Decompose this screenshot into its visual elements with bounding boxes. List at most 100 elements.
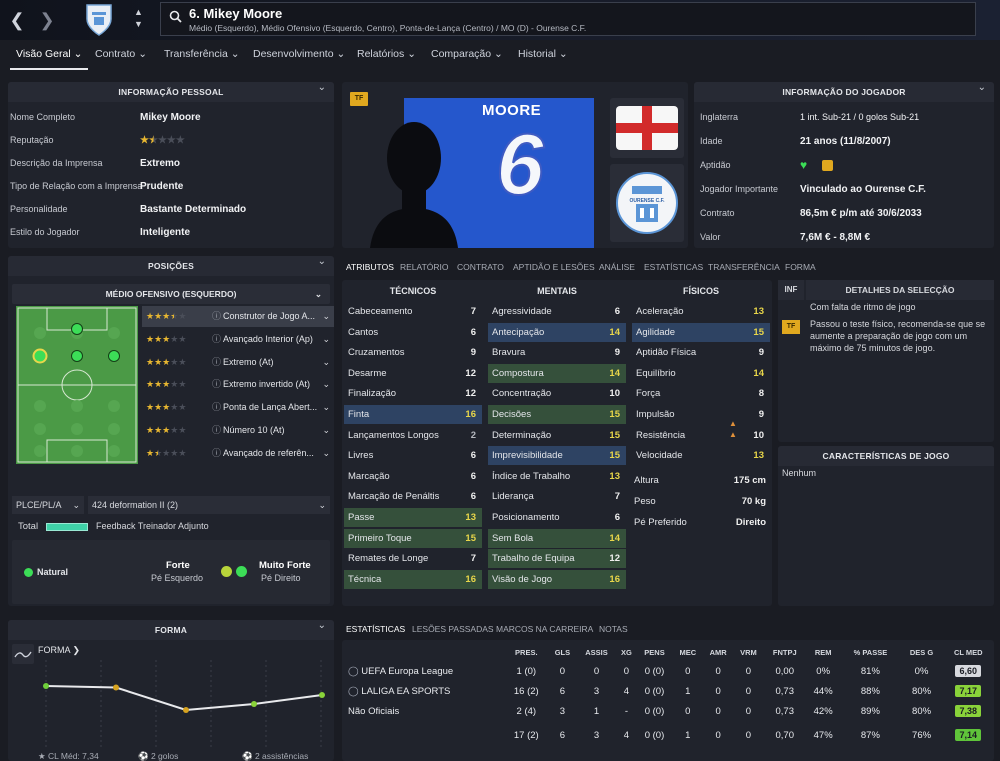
stats-header-cell[interactable]: VRM: [733, 643, 763, 661]
stats-header-cell[interactable]: CL MED: [943, 643, 995, 661]
attribute-row[interactable]: Marcação de Penáltis 6: [344, 487, 482, 506]
attribute-row[interactable]: Posicionamento 6: [488, 508, 626, 527]
tactic-right-dropdown[interactable]: 424 deformation II (2) ⌄: [88, 496, 330, 514]
attribute-row[interactable]: Remates de Longe 7: [344, 549, 482, 568]
attribute-row[interactable]: Índice de Trabalho 13: [488, 467, 626, 486]
attribute-row[interactable]: Trabalho de Equipa 12: [488, 549, 626, 569]
role-row[interactable]: ★★★★★ ⓘ Avançado de referên... ⌄: [142, 443, 334, 464]
attribute-row[interactable]: Imprevisibilidade 15: [488, 446, 626, 466]
attribute-row[interactable]: Decisões 15: [488, 405, 626, 424]
chevron-down-icon[interactable]: ⌄: [318, 256, 326, 267]
player-switch-chevrons-icon[interactable]: ▲ ▼: [134, 6, 143, 30]
row-label: Descrição da Imprensa: [10, 158, 103, 168]
stats-header-cell[interactable]: PRES.: [504, 643, 549, 661]
stats-row[interactable]: ◯ UEFA Europa League 1 (0) 0 0 0 0 (0) 0 0 0 0,00…: [344, 661, 994, 681]
star-icon: ★: [178, 311, 187, 321]
attribute-row[interactable]: Concentração 10: [488, 384, 626, 403]
form-point[interactable]: [113, 684, 119, 691]
attribute-row[interactable]: Cruzamentos 9: [344, 343, 482, 362]
attribute-row[interactable]: Primeiro Toque 15: [344, 528, 482, 548]
stats-row[interactable]: Não Oficiais 2 (4) 3 1 - 0 (0) 0 0 0 0,73 42% 89% 80…: [344, 701, 994, 721]
tab-forma[interactable]: FORMA: [785, 262, 816, 272]
stats-header-cell[interactable]: AMR: [703, 643, 734, 661]
role-row[interactable]: ★★★★★ ⓘ Número 10 (At) ⌄: [142, 420, 334, 441]
tab-atributos[interactable]: ATRIBUTOS: [346, 262, 394, 272]
attribute-row[interactable]: Sem Bola 14: [488, 528, 626, 548]
role-row[interactable]: ★★★★★ ⓘ Extremo invertido (At) ⌄: [142, 374, 334, 395]
stats-header-cell[interactable]: MEC: [673, 643, 703, 661]
role-row[interactable]: ★★★★★ ⓘ Construtor de Jogo A... ⌄: [142, 306, 334, 327]
stats-header-cell[interactable]: ASSIS: [576, 643, 616, 661]
stats-header-cell[interactable]: % PASSE: [840, 643, 900, 661]
search-icon[interactable]: [169, 10, 182, 23]
tab-comparacao[interactable]: Comparação ⌄: [431, 48, 503, 60]
attribute-row[interactable]: Resistência 10: [632, 426, 770, 445]
stats-header-cell[interactable]: FNTPJ: [763, 643, 806, 661]
attribute-row[interactable]: Livres 6: [344, 446, 482, 465]
attribute-row[interactable]: Aceleração 13: [632, 302, 770, 321]
attribute-row[interactable]: Finalização 12: [344, 384, 482, 403]
form-point[interactable]: [319, 692, 325, 698]
stats-header-cell[interactable]: PENS: [636, 643, 673, 661]
attribute-row[interactable]: Liderança 7: [488, 487, 626, 506]
attribute-row[interactable]: Cantos 6: [344, 323, 482, 342]
form-point[interactable]: [183, 707, 189, 713]
attribute-row[interactable]: Aptidão Física 9: [632, 343, 770, 362]
form-point[interactable]: [43, 683, 49, 689]
forma-link[interactable]: FORMA ❯: [38, 645, 80, 656]
tab-relatorio[interactable]: RELATÓRIO: [400, 262, 449, 272]
tab-estatisticas[interactable]: ESTATÍSTICAS: [644, 262, 703, 272]
stats-header-cell[interactable]: GLS: [549, 643, 577, 661]
attribute-row[interactable]: Desarme 12: [344, 364, 482, 383]
attribute-row[interactable]: Velocidade 13: [632, 446, 770, 465]
role-row[interactable]: ★★★★★ ⓘ Extremo (At) ⌄: [142, 352, 334, 373]
tab-milestones[interactable]: MARCOS NA CARREIRA: [496, 624, 593, 634]
back-arrow-icon[interactable]: ❮: [6, 9, 28, 31]
stats-header-cell[interactable]: REM: [806, 643, 840, 661]
stats-row[interactable]: 17 (2) 6 3 4 0 (0) 1 0 0 0,70 47% 87% 76% 7,14: [344, 721, 994, 749]
attribute-row[interactable]: Finta 16: [344, 405, 482, 424]
tab-contrato[interactable]: Contrato ⌄: [95, 48, 147, 60]
stats-header-cell[interactable]: DES G: [901, 643, 943, 661]
tactic-left-dropdown[interactable]: PLCE/PL/A ⌄: [12, 496, 84, 514]
form-point[interactable]: [251, 701, 257, 707]
position-selector[interactable]: MÉDIO OFENSIVO (ESQUERDO) ⌄: [12, 284, 330, 304]
tab-stats[interactable]: ESTATÍSTICAS: [346, 624, 405, 634]
attribute-row[interactable]: Agilidade 15: [632, 322, 770, 342]
attribute-row[interactable]: Bravura 9: [488, 343, 626, 362]
attribute-row[interactable]: Agressividade 6: [488, 302, 626, 321]
attribute-row[interactable]: Marcação 6: [344, 467, 482, 486]
tab-visao-geral[interactable]: Visão Geral ⌄: [9, 48, 89, 70]
player-name-title: 6. Mikey Moore: [189, 6, 283, 21]
chevron-down-icon[interactable]: ⌄: [978, 82, 986, 93]
attribute-row[interactable]: Impulsão 9: [632, 405, 770, 424]
role-row[interactable]: ★★★★★ ⓘ Avançado Interior (Ap) ⌄: [142, 329, 334, 350]
chevron-down-icon[interactable]: ⌄: [318, 82, 326, 93]
attribute-row[interactable]: Visão de Jogo 16: [488, 569, 626, 589]
attribute-row[interactable]: Técnica 16: [344, 569, 482, 589]
chevron-down-icon[interactable]: ⌄: [318, 620, 326, 631]
tab-transferencia[interactable]: Transferência ⌄: [164, 48, 240, 60]
role-row[interactable]: ★★★★★ ⓘ Ponta de Lança Abert... ⌄: [142, 397, 334, 418]
attribute-row[interactable]: Determinação 15: [488, 426, 626, 445]
attribute-row[interactable]: Compostura 14: [488, 363, 626, 383]
attribute-row[interactable]: Lançamentos Longos 2: [344, 426, 482, 445]
tab-aptidao[interactable]: APTIDÃO E LESÕES: [513, 262, 595, 272]
attribute-row[interactable]: Passe 13: [344, 508, 482, 527]
tab-relatorios[interactable]: Relatórios ⌄: [357, 48, 416, 60]
tab-notes[interactable]: NOTAS: [599, 624, 628, 634]
tab-historial[interactable]: Historial ⌄: [518, 48, 568, 60]
tab-analise[interactable]: ANÁLISE: [599, 262, 635, 272]
tab-desenvolvimento[interactable]: Desenvolvimento ⌄: [253, 48, 345, 60]
tab-transferencia-attr[interactable]: TRANSFERÊNCIA: [708, 262, 780, 272]
attribute-row[interactable]: Cabeceamento 7: [344, 302, 482, 321]
attribute-row[interactable]: Força 8: [632, 384, 770, 403]
personal-row: Descrição da Imprensa Extremo: [8, 152, 334, 175]
attribute-row[interactable]: Antecipação 14: [488, 322, 626, 342]
tab-contrato-attr[interactable]: CONTRATO: [457, 262, 504, 272]
forward-arrow-icon[interactable]: ❯: [36, 9, 58, 31]
stats-row[interactable]: ◯ LALIGA EA SPORTS 16 (2) 6 3 4 0 (0) 1 0 0 0,73 4…: [344, 681, 994, 701]
tab-injuries[interactable]: LESÕES PASSADAS: [412, 624, 494, 634]
stats-header-cell[interactable]: XG: [617, 643, 636, 661]
attribute-row[interactable]: Equilíbrio 14: [632, 364, 770, 383]
